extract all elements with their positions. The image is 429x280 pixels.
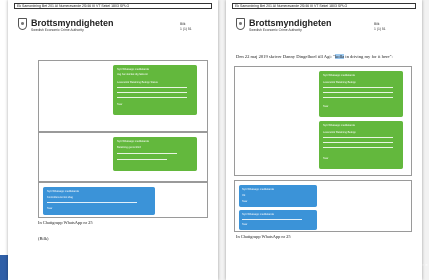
brand-tagline: Swedish Economic Crime Authority — [249, 28, 302, 32]
bubble-line: Nytt Whatsapp meddelande — [117, 140, 150, 143]
chat-screenshot-bottom: Nytt Whatsapp meddelande Ok Svar Nytt Wh… — [234, 180, 412, 232]
authority-logo: Brottsmyndigheten Swedish Economic Crime… — [18, 18, 114, 36]
bubble-line: Leverantör Betalning Belopp — [323, 131, 356, 134]
chat-screenshot-top: Nytt Whatsapp meddelande Leverantör Beta… — [234, 66, 412, 176]
bubble-rule — [117, 159, 167, 160]
page-header-bar: Ek Samordning Bet 201 AI Numeravande 2S/… — [232, 3, 416, 9]
bubble-line: Svar — [47, 207, 53, 210]
right-edge — [422, 0, 429, 280]
document-meta: Bilk 1 (1) 51 — [374, 22, 394, 32]
figure-caption: In Chattgrupp WhatsApp nr 25 — [236, 234, 291, 239]
bubble-line: Betalning genomförd — [117, 146, 141, 149]
bubble-rule — [323, 147, 393, 148]
brand-name: Brottsmyndigheten — [31, 18, 114, 28]
bubble-line: Svar — [242, 200, 248, 203]
page-header-bar: Ek Samordning Bet 201 AI Numeravande 2S/… — [14, 3, 212, 9]
bubble-line: Svar — [117, 103, 123, 106]
meta-page: 1 (1) 51 — [374, 27, 386, 31]
bubble-rule — [323, 137, 393, 138]
brand-tagline: Swedish Economic Crime Authority — [31, 28, 84, 32]
bubble-line: Nytt Whatsapp meddelande — [323, 74, 356, 77]
crest-icon — [236, 18, 245, 30]
document-page-right[interactable]: Ek Samordning Bet 201 AI Numeravande 2S/… — [226, 0, 422, 280]
bubble-rule — [117, 153, 177, 154]
bubble-line: Jag har skickat dig fakturor — [117, 73, 148, 76]
bubble-rule — [323, 97, 393, 98]
meta-page: 1 (1) 51 — [180, 27, 192, 31]
bubble-rule — [323, 87, 393, 88]
bubble-line: Nytt Whatsapp meddelande — [47, 190, 80, 193]
bubble-line: Svar — [242, 223, 248, 226]
crest-icon — [18, 18, 27, 30]
bubble-line: Svar — [323, 105, 329, 108]
highlighted-word[interactable]: kolla — [334, 54, 345, 59]
chat-bubble: Nytt Whatsapp meddelande Leverantör Beta… — [319, 121, 403, 169]
bubble-rule — [117, 87, 187, 88]
bubble-line: Nytt Whatsapp meddelande — [242, 213, 275, 216]
page-gap — [218, 0, 226, 280]
bubble-line: Leverantör Betalning Belopp Status — [117, 81, 158, 84]
bubble-line: Nytt Whatsapp meddelande — [323, 124, 356, 127]
edge-mark: n e — [422, 262, 428, 267]
bubble-rule — [117, 92, 187, 93]
bubble-line: Kontrollera kontot idag — [47, 196, 73, 199]
bubble-line: Nytt Whatsapp meddelande — [117, 68, 150, 71]
body-text-prefix: Den 22 maj 2019 skriver Danny Dingelhoel… — [236, 54, 335, 59]
authority-logo: Brottsmyndigheten Swedish Economic Crime… — [236, 18, 332, 36]
chat-bubble: Nytt Whatsapp meddelande Svar — [239, 210, 317, 230]
body-paragraph: Den 22 maj 2019 skriver Danny Dingelhoel… — [236, 54, 393, 60]
chat-screenshot-bottom: Nytt Whatsapp meddelande Kontrollera kon… — [38, 182, 208, 218]
chat-bubble: Nytt Whatsapp meddelande Ok Svar — [239, 185, 317, 207]
chat-bubble: Nytt Whatsapp meddelande Betalning genom… — [113, 137, 197, 171]
figure-caption: In Chattgrupp WhatsApp nr 25 — [38, 220, 93, 225]
bubble-line: Leverantör Betalning Belopp — [323, 81, 356, 84]
chat-bubble: Nytt Whatsapp meddelande Jag har skickat… — [113, 65, 197, 115]
body-text-suffix: in driving my for it here": — [344, 54, 393, 59]
document-page-left[interactable]: Ek Samordning Bet 201 AI Numeravande 2S/… — [8, 0, 218, 280]
bubble-line: Nytt Whatsapp meddelande — [242, 188, 275, 191]
bubble-rule — [323, 92, 393, 93]
bubble-rule — [242, 219, 302, 220]
chat-screenshot-middle: Nytt Whatsapp meddelande Betalning genom… — [38, 132, 208, 182]
bubble-rule — [117, 97, 187, 98]
document-meta: Bilk 1 (1) 51 — [180, 22, 200, 32]
chat-screenshot-top: Nytt Whatsapp meddelande Jag har skickat… — [38, 60, 208, 132]
brand-name: Brottsmyndigheten — [249, 18, 332, 28]
chat-bubble: Nytt Whatsapp meddelande Leverantör Beta… — [319, 71, 403, 117]
bubble-rule — [47, 202, 137, 203]
bubble-line: Svar — [323, 157, 329, 160]
page-note: (Bilk) — [38, 236, 49, 241]
bubble-rule — [323, 142, 393, 143]
chat-bubble: Nytt Whatsapp meddelande Kontrollera kon… — [43, 187, 155, 215]
bubble-line: Ok — [242, 194, 246, 197]
